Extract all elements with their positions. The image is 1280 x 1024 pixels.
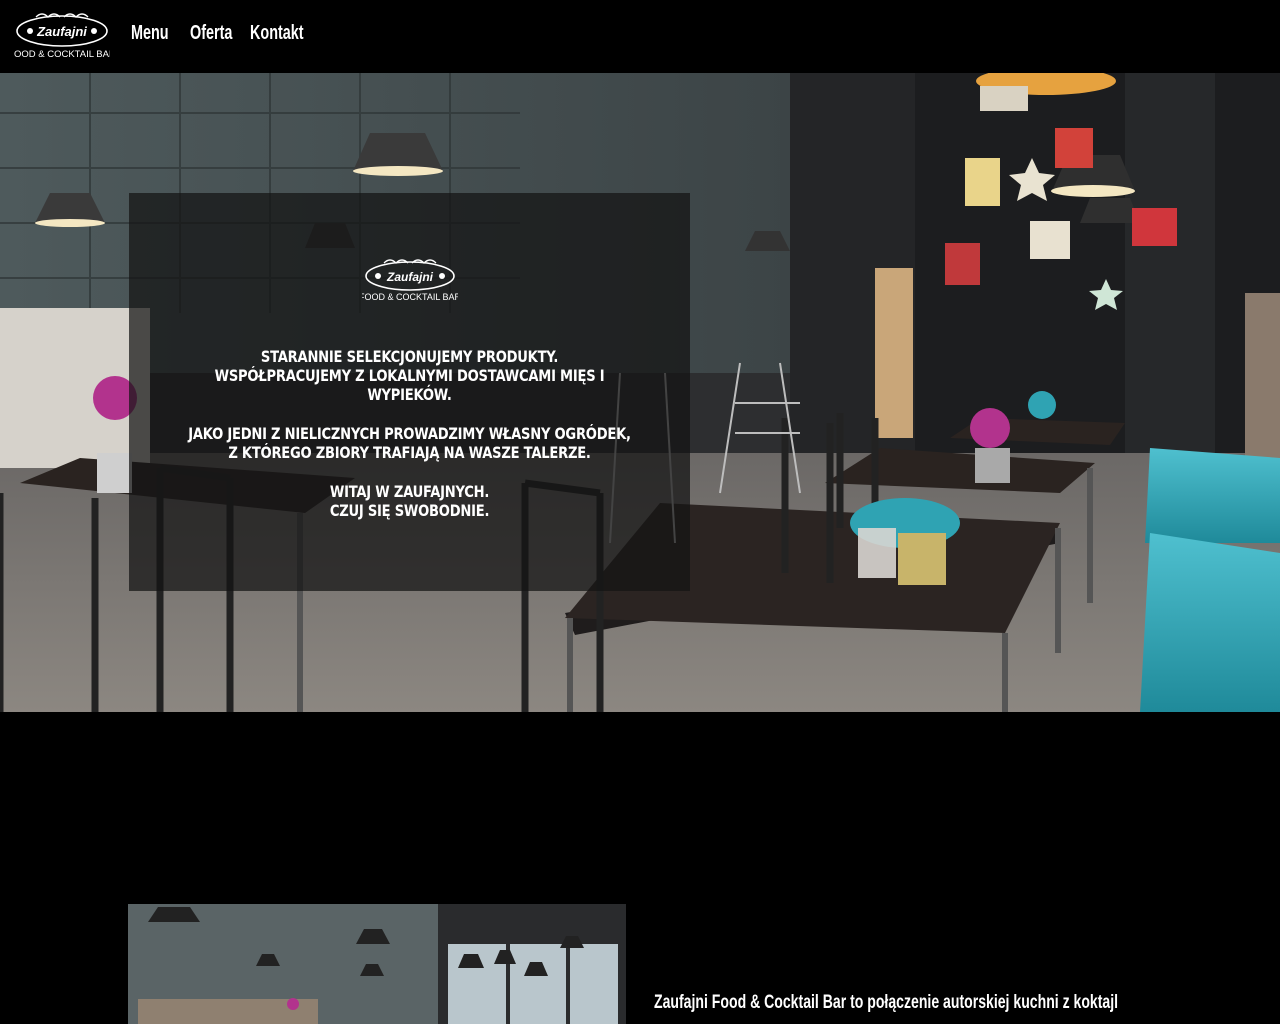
brand-logo[interactable]: Zaufajni FOOD & COCKTAIL BAR [8,9,116,63]
hero-section: Zaufajni FOOD & COCKTAIL BAR STARANNIE S… [0,73,1280,712]
about-section: Zaufajni Food & Cocktail Bar to połączen… [0,712,1280,1024]
logo-tagline: FOOD & COCKTAIL BAR [14,49,110,60]
hero-paragraph-1: STARANNIE SELEKCJONUJEMY PRODUKTY. WSPÓŁ… [129,347,690,404]
overlay-logo-wordmark: Zaufajni [386,270,434,284]
about-text: Zaufajni Food & Cocktail Bar to połączen… [654,992,1119,1013]
hero-line: CZUJ SIĘ SWOBODNIE. [329,501,490,520]
logo-wordmark: Zaufajni [36,24,87,39]
hero-line: JAKO JEDNI Z NIELICZNYCH PROWADZIMY WŁAS… [188,424,631,443]
main-nav: Menu Oferta Kontakt [131,22,304,45]
hero-line: WSPÓŁPRACUJEMY Z LOKALNYMI DOSTAWCAMI MI… [214,366,605,404]
about-photo [128,904,626,1024]
hero-line: Z KTÓREGO ZBIORY TRAFIAJĄ NA WASZE TALER… [228,443,591,462]
site-header: Zaufajni FOOD & COCKTAIL BAR Menu Oferta… [0,0,1280,73]
hero-line: STARANNIE SELEKCJONUJEMY PRODUKTY. [260,347,559,366]
hero-intro-text: STARANNIE SELEKCJONUJEMY PRODUKTY. WSPÓŁ… [129,347,690,540]
nav-item-menu[interactable]: Menu [131,22,169,45]
nav-item-oferta[interactable]: Oferta [190,22,232,45]
overlay-brand-logo: Zaufajni FOOD & COCKTAIL BAR [362,256,458,306]
hero-line: WITAJ W ZAUFAJNYCH. [329,482,490,501]
overlay-logo-tagline: FOOD & COCKTAIL BAR [362,292,458,302]
nav-item-kontakt[interactable]: Kontakt [250,22,304,45]
hero-paragraph-2: JAKO JEDNI Z NIELICZNYCH PROWADZIMY WŁAS… [129,424,690,462]
hero-paragraph-3: WITAJ W ZAUFAJNYCH. CZUJ SIĘ SWOBODNIE. [129,482,690,520]
hero-overlay-panel: Zaufajni FOOD & COCKTAIL BAR STARANNIE S… [129,193,690,591]
